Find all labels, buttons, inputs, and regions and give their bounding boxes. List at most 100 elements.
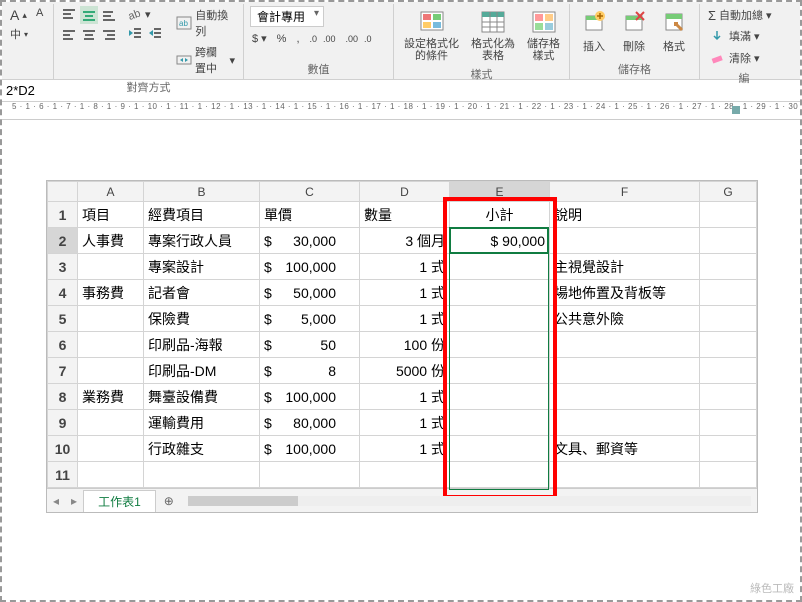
align-bottom-icon[interactable]	[100, 6, 118, 24]
add-sheet-button[interactable]: ⊕	[156, 494, 182, 508]
col-F[interactable]: F	[550, 182, 700, 202]
cell[interactable]	[700, 358, 757, 384]
cell[interactable]: 1 式	[360, 254, 450, 280]
row-header[interactable]: 1	[48, 202, 78, 228]
cell[interactable]: $100,000	[260, 384, 360, 410]
row-header[interactable]: 9	[48, 410, 78, 436]
row-header[interactable]: 3	[48, 254, 78, 280]
cell[interactable]	[550, 384, 700, 410]
cell[interactable]: 1 式	[360, 280, 450, 306]
cell[interactable]	[78, 306, 144, 332]
cell[interactable]	[550, 228, 700, 254]
cell[interactable]	[700, 384, 757, 410]
col-D[interactable]: D	[360, 182, 450, 202]
table-row[interactable]: 1項目經費項目單價數量小計說明	[48, 202, 757, 228]
cell[interactable]	[450, 410, 550, 436]
cell[interactable]: 公共意外險	[550, 306, 700, 332]
cell[interactable]: 文具、郵資等	[550, 436, 700, 462]
increase-indent-icon[interactable]	[146, 24, 164, 42]
tab-nav-prev[interactable]: ◂	[47, 494, 65, 508]
cell[interactable]	[78, 436, 144, 462]
cell[interactable]	[550, 410, 700, 436]
cell[interactable]: 記者會	[144, 280, 260, 306]
currency-button[interactable]: $ ▾	[250, 31, 269, 46]
cell[interactable]: 場地佈置及背板等	[550, 280, 700, 306]
phonetic-button[interactable]: 中▾	[8, 25, 30, 43]
fill-button[interactable]: 填滿 ▾	[706, 26, 762, 46]
cell[interactable]	[450, 254, 550, 280]
cell[interactable]	[78, 410, 144, 436]
table-row[interactable]: 10行政雜支$100,0001 式文具、郵資等	[48, 436, 757, 462]
cell[interactable]	[450, 462, 550, 488]
cell[interactable]	[260, 462, 360, 488]
table-row[interactable]: 2人事費專案行政人員$30,0003 個月$ 90,000	[48, 228, 757, 254]
row-header[interactable]: 2	[48, 228, 78, 254]
col-B[interactable]: B	[144, 182, 260, 202]
cell[interactable]: 5000 份	[360, 358, 450, 384]
align-middle-icon[interactable]	[80, 6, 98, 24]
cell[interactable]: 數量	[360, 202, 450, 228]
cell[interactable]: 3 個月	[360, 228, 450, 254]
cell[interactable]: 1 式	[360, 410, 450, 436]
cell[interactable]: 1 式	[360, 436, 450, 462]
cell[interactable]: 小計	[450, 202, 550, 228]
row-header[interactable]: 11	[48, 462, 78, 488]
cell[interactable]: 說明	[550, 202, 700, 228]
scroll-thumb[interactable]	[188, 496, 298, 506]
cell[interactable]	[78, 462, 144, 488]
col-A[interactable]: A	[78, 182, 144, 202]
cell[interactable]	[78, 358, 144, 384]
cell[interactable]: 印刷品-DM	[144, 358, 260, 384]
cell[interactable]: 1 式	[360, 384, 450, 410]
cell[interactable]	[450, 332, 550, 358]
table-row[interactable]: 11	[48, 462, 757, 488]
cell[interactable]: 業務費	[78, 384, 144, 410]
align-left-icon[interactable]	[60, 26, 78, 44]
cell[interactable]: 主視覺設計	[550, 254, 700, 280]
cell[interactable]: 100 份	[360, 332, 450, 358]
cell[interactable]	[550, 332, 700, 358]
cell[interactable]	[450, 280, 550, 306]
cell[interactable]: 運輸費用	[144, 410, 260, 436]
cell[interactable]	[550, 358, 700, 384]
cell[interactable]	[700, 436, 757, 462]
cell[interactable]	[700, 306, 757, 332]
cell[interactable]	[450, 436, 550, 462]
format-as-table-button[interactable]: 格式化為 表格	[467, 6, 519, 64]
row-header[interactable]: 6	[48, 332, 78, 358]
comma-button[interactable]: ,	[294, 32, 301, 46]
cell[interactable]	[700, 410, 757, 436]
autosum-button[interactable]: Σ自動加總 ▾	[706, 6, 774, 24]
number-format-combo[interactable]: 會計專用	[250, 6, 324, 27]
cell[interactable]	[450, 306, 550, 332]
table-row[interactable]: 9 運輸費用$80,0001 式	[48, 410, 757, 436]
increase-decimal-button[interactable]: .0.00	[308, 33, 338, 45]
decrease-indent-icon[interactable]	[126, 24, 144, 42]
cell[interactable]: 人事費	[78, 228, 144, 254]
cell[interactable]: $80,000	[260, 410, 360, 436]
align-center-icon[interactable]	[80, 26, 98, 44]
row-header[interactable]: 8	[48, 384, 78, 410]
insert-button[interactable]: 插入	[576, 6, 612, 56]
wrap-text-button[interactable]: ab自動換列	[174, 6, 237, 40]
cell[interactable]: 印刷品-海報	[144, 332, 260, 358]
delete-button[interactable]: 刪除	[616, 6, 652, 56]
select-all-corner[interactable]	[48, 182, 78, 202]
cell[interactable]: 專案行政人員	[144, 228, 260, 254]
cell[interactable]	[700, 202, 757, 228]
align-top-icon[interactable]	[60, 6, 78, 24]
cell[interactable]: 保險費	[144, 306, 260, 332]
shrink-font-button[interactable]: A	[34, 6, 45, 20]
merge-center-button[interactable]: 跨欄置中 ▾	[174, 43, 237, 77]
cell[interactable]	[360, 462, 450, 488]
cell[interactable]: $100,000	[260, 254, 360, 280]
cell[interactable]: $ 90,000	[450, 228, 550, 254]
cell[interactable]: 專案設計	[144, 254, 260, 280]
table-row[interactable]: 5保險費$5,0001 式公共意外險	[48, 306, 757, 332]
col-C[interactable]: C	[260, 182, 360, 202]
row-header[interactable]: 5	[48, 306, 78, 332]
clear-button[interactable]: 清除 ▾	[706, 48, 762, 68]
row-header[interactable]: 7	[48, 358, 78, 384]
cell[interactable]	[144, 462, 260, 488]
cell[interactable]: 事務費	[78, 280, 144, 306]
